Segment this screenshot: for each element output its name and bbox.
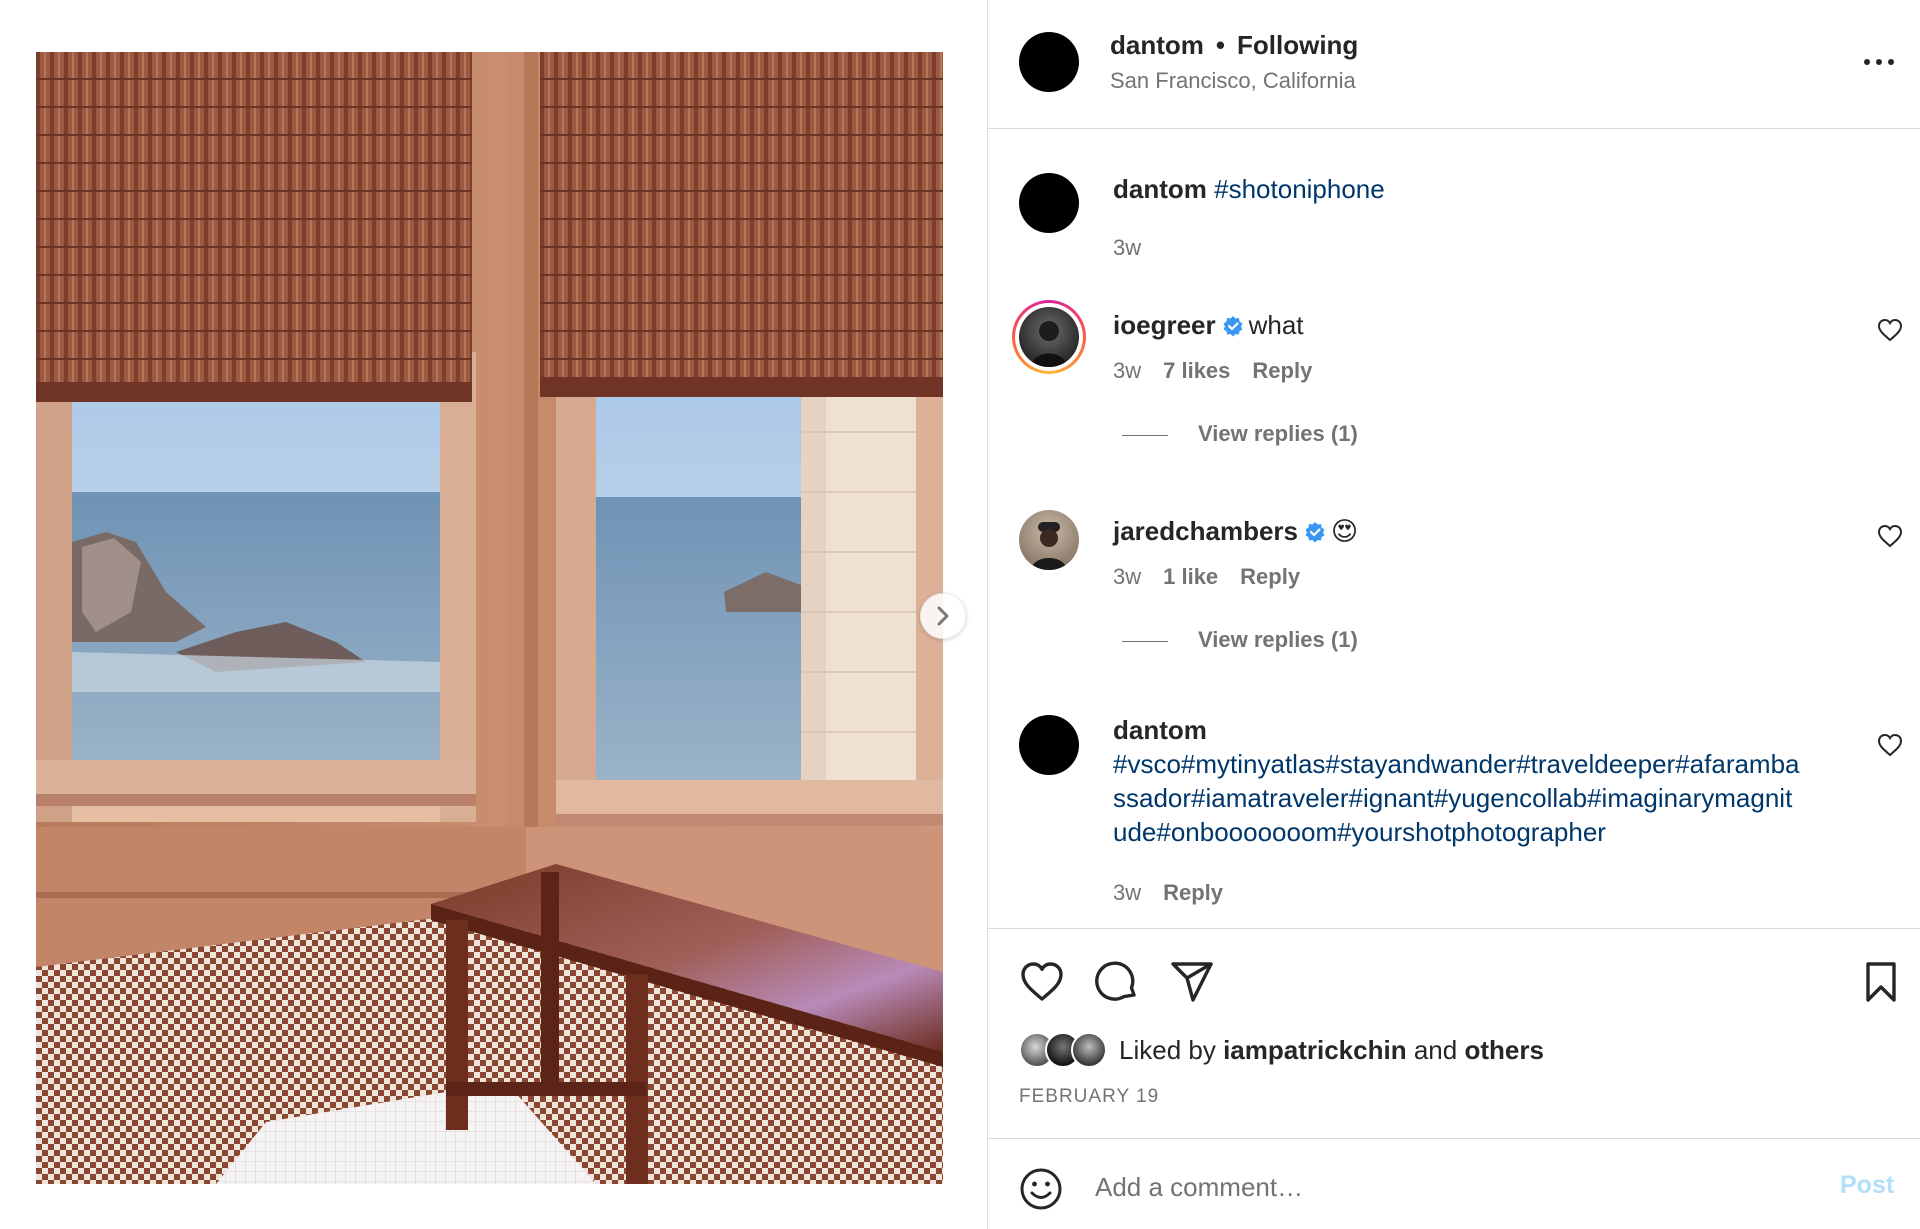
comment-likes[interactable]: 1 like xyxy=(1163,564,1218,589)
comment-text: dantom #vsco#mytinyatlas#stayandwander#t… xyxy=(1113,713,1853,849)
reply-button[interactable]: Reply xyxy=(1240,564,1300,589)
liked-by-user[interactable]: iampatrickchin xyxy=(1223,1035,1407,1065)
comment-like-button[interactable] xyxy=(1877,318,1903,342)
comment-input[interactable] xyxy=(1095,1163,1775,1211)
liked-by-others[interactable]: others xyxy=(1464,1035,1543,1065)
more-options-icon xyxy=(1864,59,1894,65)
comment-time[interactable]: 3w xyxy=(1113,358,1141,383)
comments-list[interactable]: dantom #shotoniphone 3w ioegreer what 3w… xyxy=(988,130,1920,928)
emoji-smiley-icon xyxy=(1020,1168,1062,1210)
photo-illustration xyxy=(36,52,943,1184)
comment-like-button[interactable] xyxy=(1877,524,1903,548)
post-comment-button[interactable]: Post xyxy=(1840,1171,1894,1200)
comment-username[interactable]: dantom xyxy=(1113,713,1853,747)
comment-hashtags-line-3[interactable]: ude#onbooooooom#yourshotphotographer xyxy=(1113,815,1853,849)
view-replies-button[interactable]: View replies (1) xyxy=(1122,421,1358,447)
caption-hashtag[interactable]: #shotoniphone xyxy=(1214,174,1385,204)
emoji-button[interactable] xyxy=(1019,1167,1063,1211)
verified-badge-icon xyxy=(1304,517,1326,551)
reply-button[interactable]: Reply xyxy=(1163,880,1223,905)
heart-icon xyxy=(1021,962,1063,1001)
person-silhouette-icon xyxy=(1031,522,1067,570)
next-photo-button[interactable] xyxy=(920,593,966,639)
heart-icon xyxy=(1877,733,1903,757)
comment-button[interactable] xyxy=(1094,959,1140,1005)
view-replies-label: View replies (1) xyxy=(1198,627,1358,652)
share-button[interactable] xyxy=(1169,959,1215,1005)
heart-icon xyxy=(1877,524,1903,548)
media-pane xyxy=(0,0,987,1229)
more-options-button[interactable] xyxy=(1861,50,1897,74)
author-username[interactable]: dantom xyxy=(1110,30,1204,60)
comment-like-button[interactable] xyxy=(1877,733,1903,757)
liker-avatar[interactable] xyxy=(1071,1032,1107,1068)
person-silhouette-icon xyxy=(1031,321,1067,367)
save-button[interactable] xyxy=(1858,959,1904,1005)
commenter-avatar[interactable] xyxy=(1019,510,1079,570)
comment-hashtags-line-2[interactable]: ssador#iamatraveler#ignant#yugencollab#i… xyxy=(1113,781,1853,815)
separator-dot: • xyxy=(1215,30,1225,60)
add-comment-bar: Post xyxy=(988,1138,1920,1229)
verified-badge-icon xyxy=(1222,311,1244,345)
post-location[interactable]: San Francisco, California xyxy=(1110,68,1356,94)
caption-time[interactable]: 3w xyxy=(1113,235,1141,260)
caption-username[interactable]: dantom xyxy=(1113,174,1207,204)
reply-line xyxy=(1122,434,1168,436)
liked-by-text: Liked by iampatrickchin and others xyxy=(1119,1035,1544,1066)
view-replies-button[interactable]: View replies (1) xyxy=(1122,627,1358,653)
like-button[interactable] xyxy=(1019,959,1065,1005)
comment-bubble-icon xyxy=(1095,961,1136,1001)
comment-likes[interactable]: 7 likes xyxy=(1163,358,1230,383)
caption-avatar[interactable] xyxy=(1019,173,1079,233)
comment-body: what xyxy=(1248,310,1304,340)
post-date[interactable]: FEBRUARY 19 xyxy=(1019,1086,1159,1108)
view-replies-label: View replies (1) xyxy=(1198,421,1358,446)
post-sidebar: dantom • Following San Francisco, Californ… xyxy=(987,0,1920,1229)
comment-time[interactable]: 3w xyxy=(1113,564,1141,589)
commenter-avatar xyxy=(1019,307,1079,367)
post-photo[interactable] xyxy=(36,52,943,1184)
comment-text: jaredchambers 😍 xyxy=(1113,514,1853,551)
comment-time[interactable]: 3w xyxy=(1113,880,1141,905)
caption-meta: 3w xyxy=(1113,235,1163,261)
liked-by-and: and xyxy=(1413,1034,1458,1065)
comment-meta: 3w Reply xyxy=(1113,880,1245,906)
comment-emoji: 😍 xyxy=(1330,516,1359,546)
post-header: dantom • Following San Francisco, Californ… xyxy=(988,0,1920,129)
commenter-avatar[interactable] xyxy=(1019,715,1079,775)
comment-meta: 3w 1 like Reply xyxy=(1113,564,1322,590)
story-ring[interactable] xyxy=(1012,300,1086,374)
chevron-right-icon xyxy=(937,606,949,626)
bookmark-icon xyxy=(1866,962,1896,1002)
reply-button[interactable]: Reply xyxy=(1252,358,1312,383)
comment-username[interactable]: ioegreer xyxy=(1113,310,1216,340)
comment-hashtags-line-1[interactable]: #vsco#mytinyatlas#stayandwander#travelde… xyxy=(1113,747,1853,781)
caption-text: dantom #shotoniphone xyxy=(1113,172,1853,206)
heart-icon xyxy=(1877,318,1903,342)
liked-by-row: Liked by iampatrickchin and others xyxy=(1019,1030,1544,1070)
comment-text: ioegreer what xyxy=(1113,308,1853,345)
comment-username[interactable]: jaredchambers xyxy=(1113,516,1298,546)
liked-by-prefix: Liked by xyxy=(1119,1034,1216,1065)
paper-plane-icon xyxy=(1171,962,1213,1002)
author-line: dantom • Following xyxy=(1110,30,1358,61)
author-avatar[interactable] xyxy=(1019,32,1079,92)
comment-meta: 3w 7 likes Reply xyxy=(1113,358,1334,384)
reply-line xyxy=(1122,640,1168,642)
following-button[interactable]: Following xyxy=(1237,30,1358,60)
